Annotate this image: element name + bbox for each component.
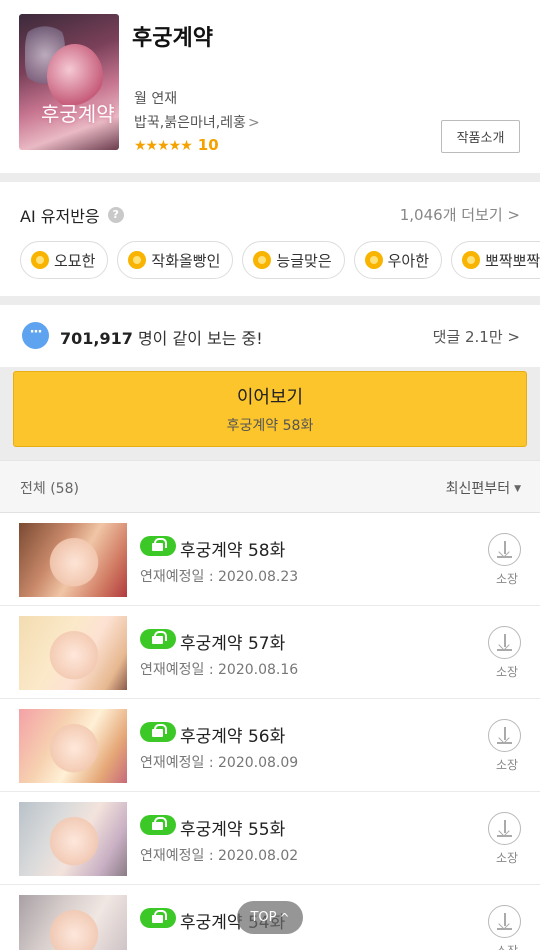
rating: ★★★★★ 10 <box>134 136 219 154</box>
thumbnail-art <box>49 816 99 872</box>
continue-reading-button[interactable]: 이어보기 후궁계약 58화 <box>13 371 527 447</box>
chevron-up-icon: ^ <box>279 910 290 925</box>
help-icon[interactable]: ? <box>107 207 124 223</box>
chevron-right-icon: > <box>247 115 260 131</box>
download-icon-base <box>497 649 512 651</box>
download-icon-base <box>497 742 512 744</box>
ai-more-link[interactable]: 1,046개 더보기 > <box>400 204 520 225</box>
schedule-text: 월 연재 <box>134 91 178 107</box>
download-icon-base <box>497 928 512 930</box>
chip-label: 우아한 <box>387 251 430 270</box>
episode-list-header: 전체 (58) 최신편부터 ▼ <box>0 460 540 512</box>
own-label[interactable]: 소장 <box>496 942 518 950</box>
coin-icon <box>253 251 272 269</box>
continue-label: 이어보기 <box>236 387 304 408</box>
thumbnail-art <box>49 630 99 686</box>
sort-dropdown[interactable]: 최신편부터 ▼ <box>446 478 521 498</box>
unlocked-icon <box>140 629 176 649</box>
sort-label: 최신편부터 <box>445 481 511 497</box>
coin-icon <box>31 251 49 269</box>
episode-title: 후궁계약 56화 <box>180 727 286 747</box>
reaction-chip[interactable]: 우아한 <box>353 241 443 279</box>
episode-title: 후궁계약 58화 <box>180 541 286 561</box>
unlocked-icon <box>140 908 176 928</box>
chip-label: 능글맞은 <box>276 251 332 270</box>
own-label[interactable]: 소장 <box>496 570 518 587</box>
episode-date: 연재예정일 : 2020.08.23 <box>140 569 299 585</box>
episode-title: 후궁계약 57화 <box>180 634 286 654</box>
chat-bubble-icon <box>22 322 49 349</box>
own-label[interactable]: 소장 <box>496 663 518 680</box>
star-icons: ★★★★★ <box>134 138 193 154</box>
episode-thumbnail <box>19 802 127 876</box>
download-icon-base <box>497 556 512 558</box>
intro-button[interactable]: 작품소개 <box>441 120 520 153</box>
coin-icon <box>128 251 147 269</box>
reaction-chip[interactable]: 능글맞은 <box>242 241 345 279</box>
own-label[interactable]: 소장 <box>496 849 518 866</box>
unlocked-icon <box>140 815 176 835</box>
cover-image[interactable]: 후궁계약 <box>19 14 119 150</box>
viewers-bar: 701,917 명이 같이 보는 중! 댓글 2.1만 > <box>0 305 540 367</box>
episode-row[interactable]: 후궁계약 56화 연재예정일 : 2020.08.09 소장 <box>0 699 540 792</box>
download-icon[interactable] <box>488 626 521 659</box>
ai-reactions-heading: AI 유저반응 ? <box>20 203 124 227</box>
download-icon[interactable] <box>488 533 521 566</box>
scroll-top-button[interactable]: TOP ^ <box>237 901 303 934</box>
episode-row[interactable]: 후궁계약 55화 연재예정일 : 2020.08.02 소장 <box>0 792 540 885</box>
thumbnail-art <box>49 909 99 950</box>
continue-section: 이어보기 후궁계약 58화 <box>0 367 540 460</box>
download-icon[interactable] <box>488 905 521 938</box>
ai-reactions-title: AI 유저반응 <box>20 207 100 226</box>
download-icon[interactable] <box>488 719 521 752</box>
episode-row[interactable]: 후궁계약 57화 연재예정일 : 2020.08.16 소장 <box>0 606 540 699</box>
episode-count: 전체 (58) <box>20 481 79 497</box>
work-title: 후궁계약 <box>132 26 213 51</box>
download-icon-base <box>497 835 512 837</box>
page: 후궁계약 후궁계약 월 연재 밥꾹,붉은마녀,레홍 > ★★★★★ 10 작품소개 … <box>0 0 540 950</box>
episode-thumbnail <box>19 709 127 783</box>
chip-label: 작화올빵인 <box>151 251 221 270</box>
work-header: 후궁계약 후궁계약 월 연재 밥꾹,붉은마녀,레홍 > ★★★★★ 10 작품소개 <box>0 0 540 173</box>
own-label[interactable]: 소장 <box>496 756 518 773</box>
unlocked-icon <box>140 536 176 556</box>
episode-thumbnail <box>19 895 127 950</box>
unlocked-icon <box>140 722 176 742</box>
authors-link[interactable]: 밥꾹,붉은마녀,레홍 > <box>134 112 260 132</box>
chip-label: 오묘한 <box>54 251 96 270</box>
reaction-chip[interactable]: 뽀짝뽀짝한 <box>451 241 540 279</box>
episode-list: 후궁계약 58화 연재예정일 : 2020.08.23 소장 후궁계약 57화 … <box>0 512 540 950</box>
episode-title: 후궁계약 55화 <box>180 820 286 840</box>
coin-icon <box>462 251 481 269</box>
coin-icon <box>364 251 383 269</box>
episode-date: 연재예정일 : 2020.08.16 <box>140 662 299 678</box>
authors-text: 밥꾹,붉은마녀,레홍 <box>134 115 246 131</box>
reaction-chip[interactable]: 작화올빵인 <box>117 241 234 279</box>
divider <box>0 296 540 305</box>
viewers-text: 701,917 명이 같이 보는 중! <box>60 325 263 349</box>
episode-date: 연재예정일 : 2020.08.02 <box>140 848 299 864</box>
episode-date: 연재예정일 : 2020.08.09 <box>140 755 299 771</box>
caret-down-icon: ▼ <box>514 484 521 494</box>
viewers-label: 명이 같이 보는 중! <box>132 329 263 348</box>
comments-link[interactable]: 댓글 2.1만 > <box>433 326 520 347</box>
episode-thumbnail <box>19 523 127 597</box>
download-icon[interactable] <box>488 812 521 845</box>
continue-episode: 후궁계약 58화 <box>226 418 314 434</box>
cover-title-text: 후궁계약 <box>41 102 115 126</box>
chip-label: 뽀짝뽀짝한 <box>485 251 540 270</box>
rating-score: 10 <box>197 136 219 154</box>
viewer-count: 701,917 <box>60 329 133 348</box>
thumbnail-art <box>49 537 99 593</box>
thumbnail-art <box>49 723 99 779</box>
episode-row[interactable]: 후궁계약 58화 연재예정일 : 2020.08.23 소장 <box>0 513 540 606</box>
reaction-chips: 오묘한 작화올빵인 능글맞은 우아한 뽀짝뽀짝한 <box>20 241 540 279</box>
episode-thumbnail <box>19 616 127 690</box>
top-label: TOP <box>250 910 277 925</box>
ai-reactions-section: AI 유저반응 ? 1,046개 더보기 > 오묘한 작화올빵인 능글맞은 우아… <box>0 182 540 296</box>
divider <box>0 173 540 182</box>
reaction-chip[interactable]: 오묘한 <box>20 241 109 279</box>
